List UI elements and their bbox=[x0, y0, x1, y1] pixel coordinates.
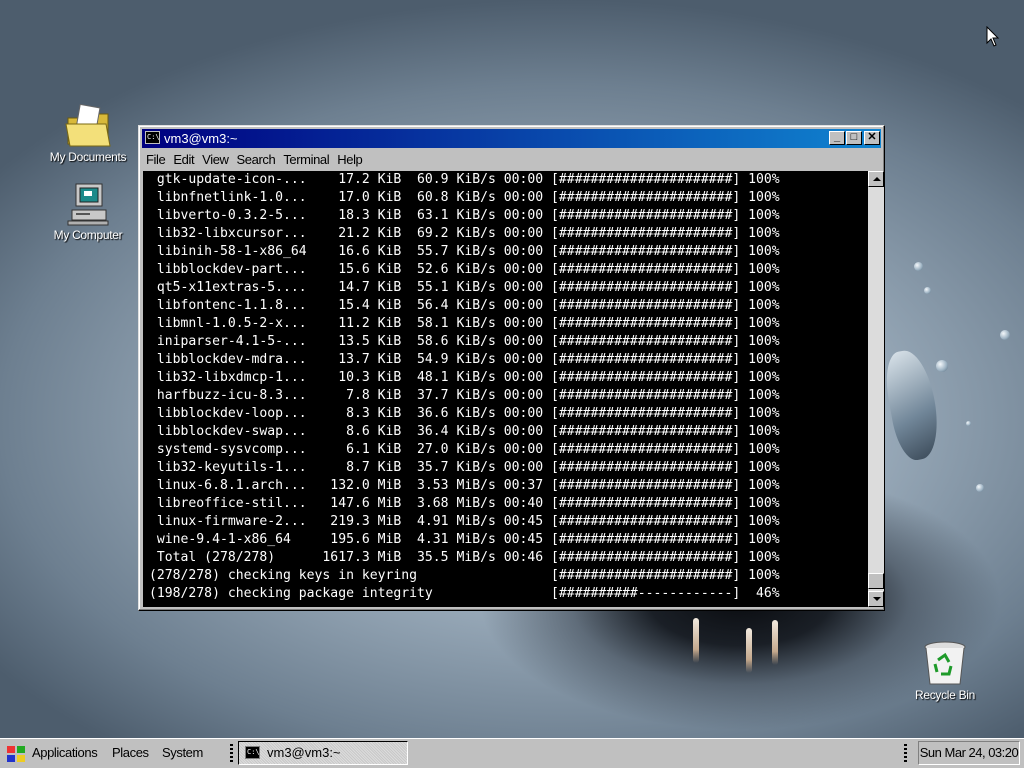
taskbar: Applications Places System C:\ vm3@vm3:~… bbox=[0, 738, 1024, 768]
mouse-cursor-icon bbox=[986, 26, 1000, 47]
menu-view[interactable]: View bbox=[198, 150, 232, 170]
folder-icon bbox=[65, 104, 111, 147]
close-button[interactable]: ✕ bbox=[864, 131, 880, 145]
terminal-line: lib32-keyutils-1... 8.7 KiB 35.7 KiB/s 0… bbox=[149, 460, 780, 475]
terminal-line: libblockdev-swap... 8.6 KiB 36.4 KiB/s 0… bbox=[149, 424, 780, 439]
menu-edit[interactable]: Edit bbox=[169, 150, 198, 170]
terminal-line: libblockdev-loop... 8.3 KiB 36.6 KiB/s 0… bbox=[149, 406, 780, 421]
terminal-line: harfbuzz-icu-8.3... 7.8 KiB 37.7 KiB/s 0… bbox=[149, 388, 780, 403]
terminal-line: linux-6.8.1.arch... 132.0 MiB 3.53 MiB/s… bbox=[149, 478, 780, 493]
wallpaper-streak bbox=[693, 618, 699, 663]
terminal-line: wine-9.4-1-x86_64 195.6 MiB 4.31 MiB/s 0… bbox=[149, 532, 780, 547]
terminal-icon: C:\ bbox=[245, 746, 260, 759]
terminal-line: lib32-libxcursor... 21.2 KiB 69.2 KiB/s … bbox=[149, 226, 780, 241]
wallpaper-droplet bbox=[914, 262, 923, 271]
window-titlebar[interactable]: C:\ vm3@vm3:~ _ □ ✕ bbox=[142, 129, 881, 148]
terminal-text: gtk-update-icon-... 17.2 KiB 60.9 KiB/s … bbox=[143, 171, 868, 603]
terminal-line: libnfnetlink-1.0... 17.0 KiB 60.8 KiB/s … bbox=[149, 190, 780, 205]
taskbar-grip[interactable] bbox=[230, 744, 233, 762]
computer-icon bbox=[67, 183, 109, 226]
menu-bar: File Edit View Search Terminal Help bbox=[142, 150, 881, 170]
desktop-icon-label: My Documents bbox=[49, 150, 127, 164]
terminal-line: (278/278) checking keys in keyring [####… bbox=[149, 568, 780, 583]
window-title: vm3@vm3:~ bbox=[164, 131, 238, 146]
scroll-thumb[interactable] bbox=[868, 573, 884, 589]
terminal-icon: C:\ bbox=[145, 131, 160, 144]
terminal-line: lib32-libxdmcp-1... 10.3 KiB 48.1 KiB/s … bbox=[149, 370, 780, 385]
desktop-icon-my-computer[interactable]: My Computer bbox=[43, 182, 133, 242]
minimize-button[interactable]: _ bbox=[829, 131, 845, 145]
desktop-icon-recycle-bin[interactable]: Recycle Bin bbox=[900, 640, 990, 702]
terminal-line: Total (278/278) 1617.3 MiB 35.5 MiB/s 00… bbox=[149, 550, 780, 565]
terminal-line: libblockdev-part... 15.6 KiB 52.6 KiB/s … bbox=[149, 262, 780, 277]
system-menu[interactable]: System bbox=[162, 745, 203, 760]
scroll-up-button[interactable] bbox=[868, 171, 884, 187]
applications-menu-icon[interactable] bbox=[6, 745, 26, 763]
scroll-down-button[interactable] bbox=[868, 591, 884, 607]
wallpaper-droplet bbox=[924, 287, 931, 294]
wallpaper-droplet bbox=[976, 484, 984, 492]
desktop-icon-label: My Computer bbox=[53, 228, 123, 242]
wallpaper-splash bbox=[880, 346, 945, 464]
wallpaper-streak bbox=[772, 620, 778, 665]
wallpaper-streak bbox=[746, 628, 752, 673]
terminal-line: systemd-sysvcomp... 6.1 KiB 27.0 KiB/s 0… bbox=[149, 442, 780, 457]
terminal-line: qt5-x11extras-5.... 14.7 KiB 55.1 KiB/s … bbox=[149, 280, 780, 295]
terminal-line: libmnl-1.0.5-2-x... 11.2 KiB 58.1 KiB/s … bbox=[149, 316, 780, 331]
vertical-scrollbar[interactable] bbox=[868, 171, 884, 607]
taskbar-window-label: vm3@vm3:~ bbox=[267, 745, 341, 760]
terminal-line: iniparser-4.1-5-... 13.5 KiB 58.6 KiB/s … bbox=[149, 334, 780, 349]
applications-menu[interactable]: Applications bbox=[32, 745, 98, 760]
terminal-line: libblockdev-mdra... 13.7 KiB 54.9 KiB/s … bbox=[149, 352, 780, 367]
taskbar-grip[interactable] bbox=[904, 744, 907, 762]
terminal-window[interactable]: C:\ vm3@vm3:~ _ □ ✕ File Edit View Search Te… bbox=[138, 125, 885, 611]
recycle-bin-icon bbox=[924, 641, 966, 685]
menu-help[interactable]: Help bbox=[333, 150, 366, 170]
taskbar-window-button[interactable]: C:\ vm3@vm3:~ bbox=[238, 741, 408, 765]
terminal-line: gtk-update-icon-... 17.2 KiB 60.9 KiB/s … bbox=[149, 172, 780, 187]
clock[interactable]: Sun Mar 24, 03:20 bbox=[918, 741, 1020, 765]
wallpaper-droplet bbox=[1000, 330, 1010, 340]
terminal-line: libfontenc-1.1.8... 15.4 KiB 56.4 KiB/s … bbox=[149, 298, 780, 313]
terminal-line: (198/278) checking package integrity [##… bbox=[149, 586, 780, 601]
terminal-line: libreoffice-stil... 147.6 MiB 3.68 MiB/s… bbox=[149, 496, 780, 511]
menu-search[interactable]: Search bbox=[233, 150, 280, 170]
menu-file[interactable]: File bbox=[142, 150, 169, 170]
maximize-button[interactable]: □ bbox=[846, 131, 862, 145]
wallpaper-droplet bbox=[936, 360, 948, 372]
menu-terminal[interactable]: Terminal bbox=[279, 150, 333, 170]
terminal-line: libverto-0.3.2-5... 18.3 KiB 63.1 KiB/s … bbox=[149, 208, 780, 223]
terminal-line: linux-firmware-2... 219.3 MiB 4.91 MiB/s… bbox=[149, 514, 780, 529]
places-menu[interactable]: Places bbox=[112, 745, 149, 760]
terminal-output[interactable]: gtk-update-icon-... 17.2 KiB 60.9 KiB/s … bbox=[143, 171, 868, 607]
wallpaper-droplet bbox=[966, 421, 971, 426]
desktop-icon-label: Recycle Bin bbox=[914, 688, 976, 702]
desktop-icon-my-documents[interactable]: My Documents bbox=[43, 104, 133, 164]
terminal-line: libinih-58-1-x86_64 16.6 KiB 55.7 KiB/s … bbox=[149, 244, 780, 259]
